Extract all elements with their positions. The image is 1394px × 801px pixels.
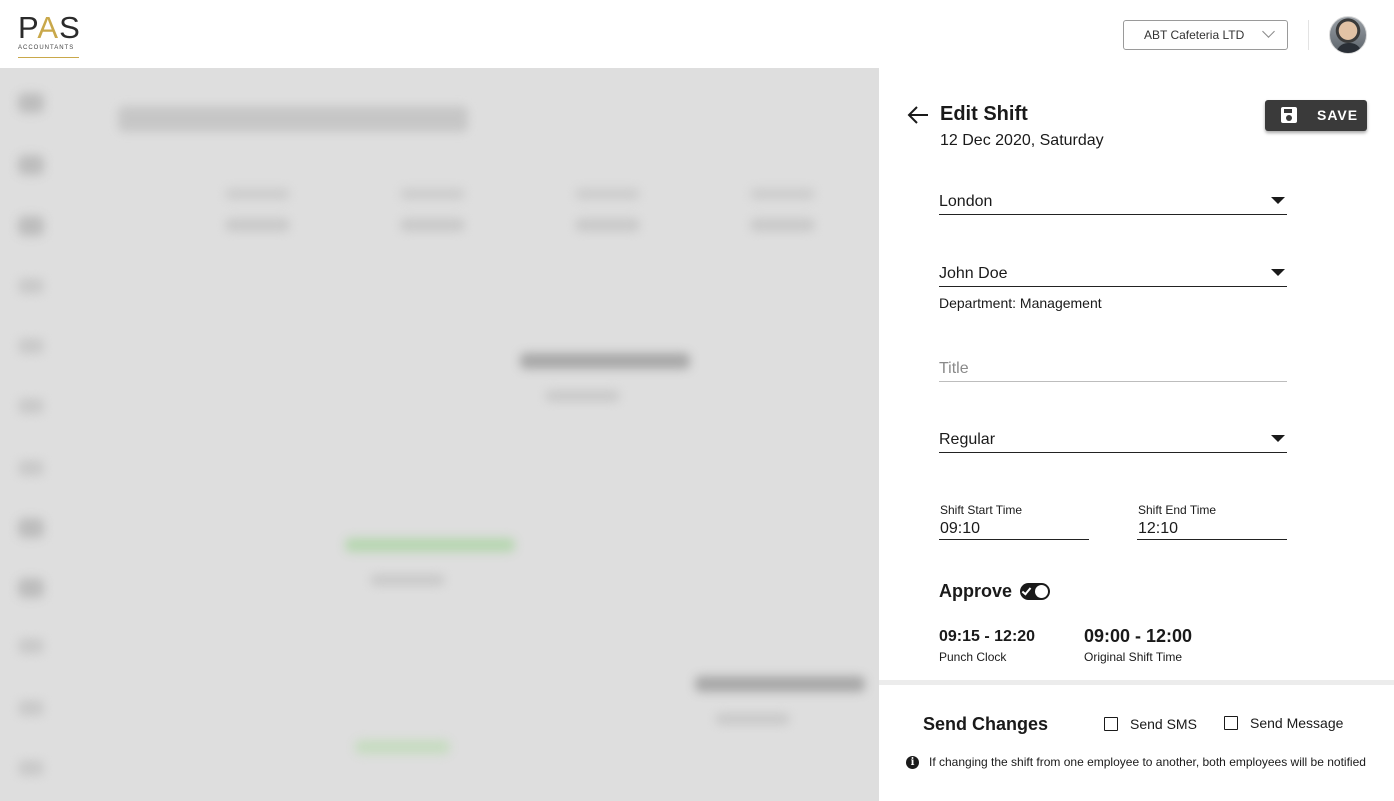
top-bar: PAS ACCOUNTANTS ABT Cafeteria LTD: [0, 0, 1394, 68]
location-select[interactable]: London: [939, 189, 1287, 215]
punch-clock-time: 09:15 - 12:20: [939, 628, 1036, 645]
chevron-down-icon: [1262, 25, 1275, 38]
title-placeholder: Title: [939, 360, 969, 377]
header-divider: [1308, 20, 1309, 50]
employee-value: John Doe: [939, 265, 1008, 282]
original-shift-time: 09:00 - 12:00: [1084, 626, 1193, 646]
shift-end-time-value: 12:10: [1138, 520, 1179, 537]
employee-select[interactable]: John Doe: [939, 261, 1287, 287]
send-message-label[interactable]: Send Message: [1250, 715, 1343, 731]
shift-start-time-value: 09:10: [940, 520, 981, 537]
check-icon: [1021, 585, 1032, 596]
department-label: Department: Management: [939, 295, 1102, 311]
send-message-checkbox[interactable]: [1224, 716, 1238, 730]
logo-subtext: ACCOUNTANTS: [18, 45, 75, 51]
logo-mark: PAS: [18, 10, 81, 45]
title-input[interactable]: Title: [939, 356, 1287, 382]
caret-down-icon: [1271, 435, 1285, 442]
shift-end-time-field[interactable]: Shift End Time 12:10: [1137, 502, 1287, 540]
edit-shift-panel: Edit Shift 12 Dec 2020, Saturday SAVE Lo…: [879, 68, 1394, 801]
panel-title: Edit Shift: [940, 103, 1028, 125]
shift-start-time-label: Shift Start Time: [940, 503, 1023, 517]
section-divider: [879, 680, 1394, 685]
info-icon: i: [906, 756, 919, 769]
company-selector-label: ABT Cafeteria LTD: [1144, 28, 1245, 42]
pas-logo[interactable]: PAS ACCOUNTANTS: [18, 12, 80, 58]
punch-clock-label: Punch Clock: [939, 650, 1007, 664]
send-sms-checkbox[interactable]: [1104, 717, 1118, 731]
shift-start-time-field[interactable]: Shift Start Time 09:10: [939, 502, 1089, 540]
location-value: London: [939, 193, 993, 210]
original-shift-label: Original Shift Time: [1084, 650, 1183, 664]
logo-rule: [18, 56, 79, 58]
notification-notice: If changing the shift from one employee …: [929, 755, 1366, 769]
user-avatar[interactable]: [1329, 16, 1367, 54]
shift-date: 12 Dec 2020, Saturday: [940, 132, 1104, 149]
shift-end-time-label: Shift End Time: [1138, 503, 1217, 517]
save-button-label: SAVE: [1317, 107, 1359, 123]
toggle-knob: [1035, 585, 1048, 598]
approve-toggle[interactable]: [1020, 583, 1050, 600]
arrow-left-icon[interactable]: [907, 105, 929, 125]
send-sms-label[interactable]: Send SMS: [1130, 716, 1197, 732]
save-button[interactable]: SAVE: [1265, 100, 1367, 131]
approve-label: Approve: [939, 581, 1013, 601]
blurred-schedule-background: [0, 68, 879, 801]
caret-down-icon: [1271, 197, 1285, 204]
shift-type-select[interactable]: Regular: [939, 427, 1287, 453]
caret-down-icon: [1271, 269, 1285, 276]
shift-type-value: Regular: [939, 431, 996, 448]
send-changes-title: Send Changes: [923, 714, 1049, 734]
company-selector[interactable]: ABT Cafeteria LTD: [1123, 20, 1288, 50]
floppy-disk-icon: [1281, 107, 1297, 123]
